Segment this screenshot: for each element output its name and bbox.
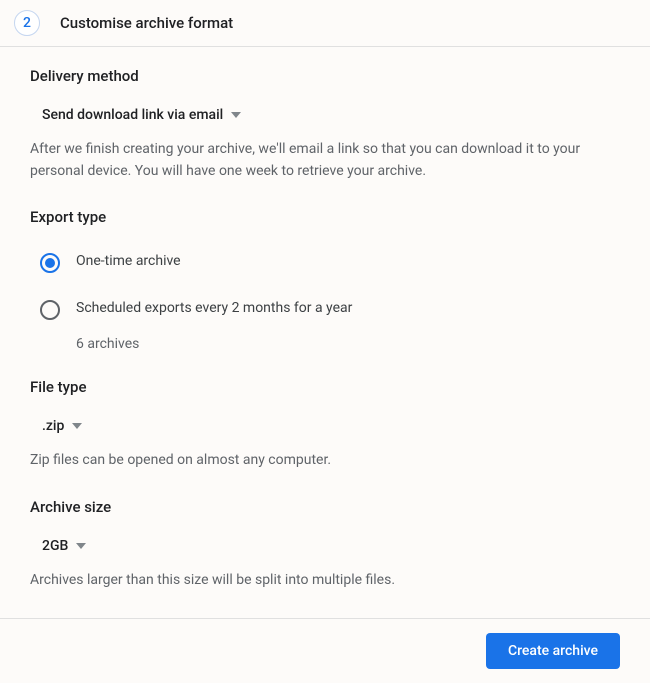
step-number-badge: 2 [14,10,40,36]
footer: Create archive [0,618,650,683]
radio-scheduled-exports[interactable]: Scheduled exports every 2 months for a y… [30,291,620,328]
create-archive-button[interactable]: Create archive [486,633,620,669]
step-title: Customise archive format [60,14,233,32]
archive-size-description: Archives larger than this size will be s… [30,570,620,592]
delivery-method-section: Delivery method Send download link via e… [30,67,620,182]
delivery-method-description: After we finish creating your archive, w… [30,139,620,182]
chevron-down-icon [231,112,241,118]
radio-unselected-icon [40,300,60,320]
radio-one-time-archive[interactable]: One-time archive [30,244,620,281]
export-type-section: Export type One-time archive Scheduled e… [30,208,620,352]
delivery-method-dropdown[interactable]: Send download link via email [36,103,247,127]
radio-label: One-time archive [76,252,181,272]
file-type-description: Zip files can be opened on almost any co… [30,450,620,472]
export-type-title: Export type [30,208,620,226]
archive-size-title: Archive size [30,498,620,516]
radio-label: Scheduled exports every 2 months for a y… [76,299,352,319]
radio-sublabel: 6 archives [76,336,620,352]
chevron-down-icon [76,543,86,549]
file-type-dropdown[interactable]: .zip [36,414,88,438]
archive-size-section: Archive size 2GB Archives larger than th… [30,498,620,592]
archive-size-selected: 2GB [42,538,68,554]
delivery-method-selected: Send download link via email [42,107,223,123]
export-type-radio-group: One-time archive Scheduled exports every… [30,244,620,352]
file-type-title: File type [30,378,620,396]
radio-selected-icon [40,253,60,273]
delivery-method-title: Delivery method [30,67,620,85]
step-header: Choose your archive's file type and whet… [0,0,650,47]
archive-size-dropdown[interactable]: 2GB [36,534,92,558]
file-type-selected: .zip [42,418,64,434]
content-area: Delivery method Send download link via e… [0,47,650,618]
file-type-section: File type .zip Zip files can be opened o… [30,378,620,472]
chevron-down-icon [72,423,82,429]
